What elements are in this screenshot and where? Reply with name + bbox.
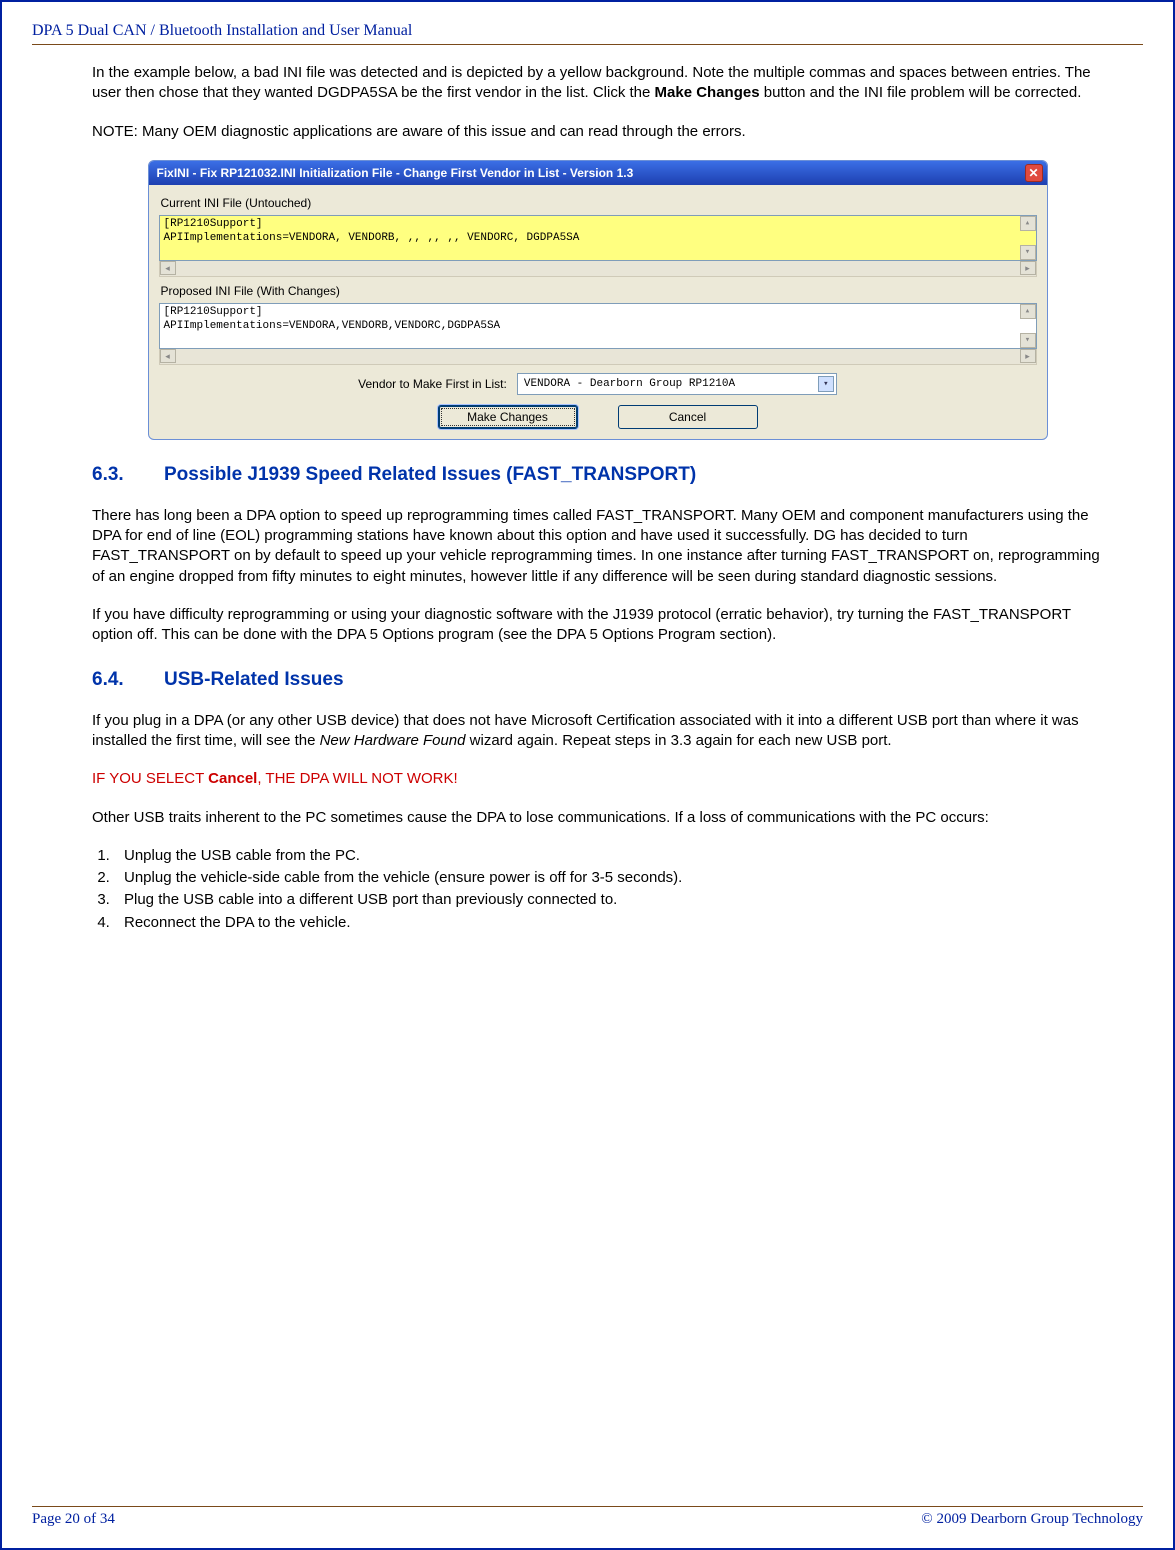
ini-line: APIImplementations=VENDORA, VENDORB, ,, … bbox=[164, 232, 1032, 246]
list-item: Unplug the USB cable from the PC. bbox=[114, 846, 1103, 866]
intro-para-1: In the example below, a bad INI file was… bbox=[92, 63, 1103, 104]
make-changes-button[interactable]: Make Changes bbox=[438, 405, 578, 429]
warn-text: , THE DPA WILL NOT WORK! bbox=[257, 770, 457, 787]
intro-para-2: NOTE: Many OEM diagnostic applications a… bbox=[92, 122, 1103, 142]
vendor-dropdown[interactable]: VENDORA - Dearborn Group RP1210A ▾ bbox=[517, 373, 837, 395]
scroll-right-icon[interactable]: ▸ bbox=[1020, 349, 1036, 363]
scroll-right-icon[interactable]: ▸ bbox=[1020, 261, 1036, 275]
ini-line: [RP1210Support] bbox=[164, 218, 1032, 232]
new-hardware-found-ref: New Hardware Found bbox=[320, 732, 466, 749]
page-footer: Page 20 of 34 © 2009 Dearborn Group Tech… bbox=[32, 1506, 1143, 1528]
section-6-3-heading: 6.3.Possible J1939 Speed Related Issues … bbox=[92, 462, 1103, 488]
h-scrollbar[interactable]: ◂ ▸ bbox=[159, 349, 1037, 365]
list-item: Plug the USB cable into a different USB … bbox=[114, 890, 1103, 910]
doc-header: DPA 5 Dual CAN / Bluetooth Installation … bbox=[32, 22, 1143, 45]
cancel-ref: Cancel bbox=[208, 770, 257, 787]
section-num: 6.3. bbox=[92, 462, 164, 488]
ini-line: [RP1210Support] bbox=[164, 306, 1032, 320]
text: wizard again. Repeat steps in 3.3 again … bbox=[466, 732, 892, 749]
current-ini-textbox[interactable]: [RP1210Support] APIImplementations=VENDO… bbox=[159, 215, 1037, 261]
scroll-left-icon[interactable]: ◂ bbox=[160, 349, 176, 363]
proposed-ini-label: Proposed INI File (With Changes) bbox=[161, 283, 1037, 299]
fixini-window: FixINI - Fix RP121032.INI Initialization… bbox=[148, 160, 1048, 440]
section-title: Possible J1939 Speed Related Issues (FAS… bbox=[164, 464, 696, 485]
scroll-down-icon[interactable]: ▾ bbox=[1020, 333, 1036, 348]
scroll-up-icon[interactable]: ▴ bbox=[1020, 216, 1036, 231]
ini-line: APIImplementations=VENDORA,VENDORB,VENDO… bbox=[164, 320, 1032, 334]
chevron-down-icon[interactable]: ▾ bbox=[818, 376, 834, 392]
scroll-left-icon[interactable]: ◂ bbox=[160, 261, 176, 275]
list-item: Unplug the vehicle-side cable from the v… bbox=[114, 868, 1103, 888]
copyright: © 2009 Dearborn Group Technology bbox=[921, 1511, 1143, 1528]
usb-steps-list: Unplug the USB cable from the PC. Unplug… bbox=[114, 846, 1103, 933]
scroll-down-icon[interactable]: ▾ bbox=[1020, 245, 1036, 260]
s64-p3: Other USB traits inherent to the PC some… bbox=[92, 808, 1103, 828]
s64-warning: IF YOU SELECT Cancel, THE DPA WILL NOT W… bbox=[92, 769, 1103, 789]
section-title: USB-Related Issues bbox=[164, 669, 344, 690]
s64-p1: If you plug in a DPA (or any other USB d… bbox=[92, 711, 1103, 752]
window-title: FixINI - Fix RP121032.INI Initialization… bbox=[157, 165, 634, 181]
make-changes-ref: Make Changes bbox=[655, 84, 760, 101]
section-num: 6.4. bbox=[92, 667, 164, 693]
vendor-first-label: Vendor to Make First in List: bbox=[358, 376, 507, 392]
list-item: Reconnect the DPA to the vehicle. bbox=[114, 913, 1103, 933]
text: button and the INI file problem will be … bbox=[760, 84, 1082, 101]
warn-text: IF YOU SELECT bbox=[92, 770, 208, 787]
h-scrollbar[interactable]: ◂ ▸ bbox=[159, 261, 1037, 277]
scroll-up-icon[interactable]: ▴ bbox=[1020, 304, 1036, 319]
s63-p2: If you have difficulty reprogramming or … bbox=[92, 605, 1103, 646]
window-titlebar[interactable]: FixINI - Fix RP121032.INI Initialization… bbox=[149, 161, 1047, 185]
proposed-ini-textbox[interactable]: [RP1210Support] APIImplementations=VENDO… bbox=[159, 303, 1037, 349]
section-6-4-heading: 6.4.USB-Related Issues bbox=[92, 667, 1103, 693]
close-icon[interactable]: ✕ bbox=[1025, 164, 1043, 182]
page-number: Page 20 of 34 bbox=[32, 1511, 115, 1528]
current-ini-label: Current INI File (Untouched) bbox=[161, 195, 1037, 211]
s63-p1: There has long been a DPA option to spee… bbox=[92, 506, 1103, 587]
cancel-button[interactable]: Cancel bbox=[618, 405, 758, 429]
vendor-selected: VENDORA - Dearborn Group RP1210A bbox=[524, 377, 735, 392]
